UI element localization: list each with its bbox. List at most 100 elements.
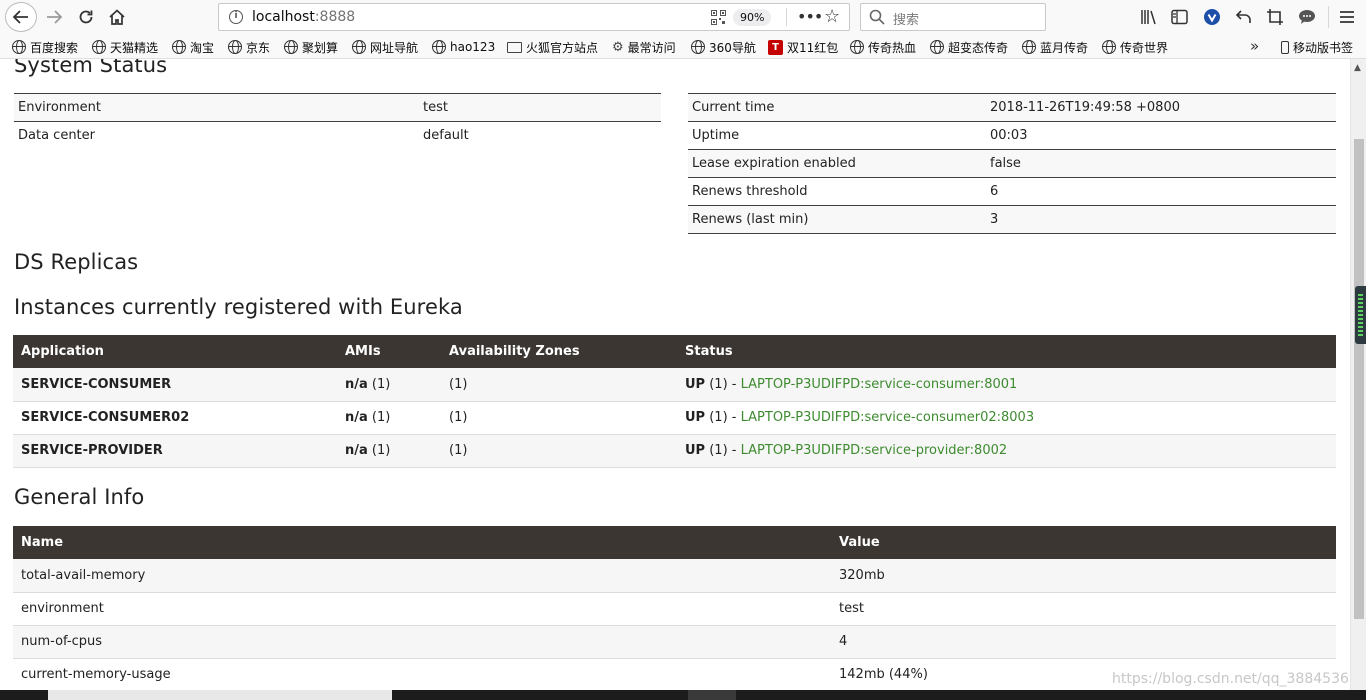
page-scrollbar[interactable]: ▲: [1350, 59, 1366, 690]
instance-link[interactable]: LAPTOP-P3UDIFPD:service-consumer:8001: [741, 377, 1018, 392]
bookmark-item[interactable]: T 双11红包: [768, 38, 838, 56]
bookmark-label: 网址导航: [370, 40, 419, 55]
crop-icon[interactable]: [1265, 7, 1285, 27]
table-row: num-of-cpus 4: [13, 625, 1336, 659]
side-widget[interactable]: [1355, 286, 1366, 344]
bookmark-item[interactable]: 传奇热血: [850, 38, 916, 56]
globe-icon: [92, 40, 106, 54]
url-host: localhost: [252, 9, 315, 25]
site-info-icon[interactable]: i: [229, 10, 243, 24]
mobile-bookmarks[interactable]: 移动版书签: [1281, 38, 1353, 56]
bookmark-label: hao123: [450, 40, 496, 54]
globe-icon: [12, 40, 26, 54]
search-placeholder[interactable]: 搜索: [893, 9, 919, 28]
zones-cell: (1): [441, 368, 677, 402]
column-header: Status: [677, 335, 1336, 368]
bookmark-item[interactable]: 天猫精选: [92, 38, 158, 56]
general-info-table: Name Value total-avail-memory 320mb envi…: [13, 526, 1336, 690]
home-button[interactable]: [103, 4, 131, 30]
column-header: Name: [13, 526, 831, 559]
chat-icon[interactable]: [1297, 7, 1317, 27]
bookmark-item[interactable]: 蓝月传奇: [1022, 38, 1088, 56]
status-value: 2018-11-26T19:49:58 +0800: [986, 93, 1336, 122]
info-value: 320mb: [831, 559, 1336, 593]
page-actions-icon[interactable]: •••: [797, 7, 823, 26]
page-content: System Status Environment test Data cent…: [0, 59, 1350, 690]
status-count: (1) -: [705, 443, 741, 458]
forward-arrow-icon: [47, 10, 63, 24]
application-name: SERVICE-PROVIDER: [13, 434, 337, 468]
status-key: Lease expiration enabled: [688, 149, 986, 178]
zones-cell: (1): [441, 434, 677, 468]
bookmark-label: 京东: [246, 40, 271, 55]
status-key: Environment: [14, 93, 419, 122]
bookmark-item[interactable]: hao123: [432, 38, 495, 56]
system-status-heading: System Status: [14, 59, 168, 77]
amis-value: n/a: [345, 443, 368, 458]
bookmark-item[interactable]: 传奇世界: [1102, 38, 1168, 56]
bookmark-item[interactable]: 火狐官方站点: [507, 38, 598, 56]
globe-icon: [432, 40, 446, 54]
bookmark-item[interactable]: 淘宝: [172, 38, 214, 56]
globe-icon: [930, 40, 944, 54]
status-key: Renews threshold: [688, 177, 986, 206]
zoom-level-badge[interactable]: 90%: [733, 9, 772, 26]
toolbar-divider: [1328, 6, 1329, 28]
scroll-thumb[interactable]: [1354, 139, 1364, 619]
status-up: UP: [685, 410, 706, 425]
undo-icon[interactable]: [1234, 7, 1254, 27]
bookmark-item[interactable]: 网址导航: [352, 38, 418, 56]
url-divider: [786, 8, 787, 26]
menu-icon[interactable]: [1337, 7, 1357, 27]
instance-link[interactable]: LAPTOP-P3UDIFPD:service-provider:8002: [741, 443, 1008, 458]
instance-link[interactable]: LAPTOP-P3UDIFPD:service-consumer02:8003: [741, 410, 1035, 425]
status-value: false: [986, 149, 1336, 178]
mobile-bookmarks-label: 移动版书签: [1293, 40, 1354, 55]
url-bar[interactable]: i localhost:8888 90% ••• ☆: [218, 3, 850, 31]
browser-toolbar: i localhost:8888 90% ••• ☆ 搜索: [0, 0, 1366, 35]
bookmark-star-icon[interactable]: ☆: [824, 6, 840, 27]
bookmark-item[interactable]: 京东: [228, 38, 270, 56]
ds-replicas-heading: DS Replicas: [14, 250, 139, 274]
bookmark-label: 传奇热血: [868, 40, 917, 55]
chevron-double-right-icon[interactable]: »: [1250, 37, 1259, 55]
table-row: Current time 2018-11-26T19:49:58 +0800: [688, 93, 1336, 122]
taskbar-item[interactable]: [688, 690, 736, 700]
extension-icon[interactable]: [1202, 7, 1222, 27]
sidebar-icon[interactable]: [1170, 7, 1190, 27]
bookmark-item[interactable]: ⚙ 最常访问: [612, 38, 676, 56]
bookmark-label: 蓝月传奇: [1040, 40, 1089, 55]
qr-code-icon[interactable]: [711, 10, 726, 25]
general-info-heading: General Info: [14, 485, 145, 509]
back-button[interactable]: [5, 2, 37, 32]
forward-button[interactable]: [40, 4, 68, 30]
status-up: UP: [685, 376, 706, 392]
scroll-up-icon[interactable]: ▲: [1354, 63, 1361, 73]
table-row: Data center default: [14, 121, 661, 150]
bookmark-item[interactable]: 360导航: [691, 38, 756, 56]
reload-button[interactable]: [72, 4, 100, 30]
tmall-icon: T: [768, 39, 783, 55]
table-row: SERVICE-CONSUMER n/a (1) (1) UP (1) - LA…: [13, 368, 1336, 402]
status-value: default: [419, 121, 661, 150]
bookmark-item[interactable]: 聚划算: [284, 38, 338, 56]
table-row: Renews (last min) 3: [688, 205, 1336, 234]
url-text[interactable]: localhost:8888: [252, 9, 355, 25]
zones-cell: (1): [441, 401, 677, 435]
amis-cell: n/a (1): [337, 434, 441, 468]
url-port: :8888: [314, 9, 356, 25]
bookmark-label: 聚划算: [302, 40, 339, 55]
status-cell: UP (1) - LAPTOP-P3UDIFPD:service-consume…: [677, 368, 1336, 402]
status-value: 00:03: [986, 121, 1336, 150]
library-icon[interactable]: [1139, 7, 1159, 27]
search-bar[interactable]: 搜索: [860, 3, 1046, 31]
table-row: environment test: [13, 592, 1336, 626]
bookmark-item[interactable]: 百度搜索: [12, 38, 78, 56]
globe-icon: [691, 40, 705, 54]
folder-icon: [507, 41, 522, 53]
status-table-left: Environment test Data center default: [14, 93, 661, 150]
bookmark-item[interactable]: 超变态传奇: [930, 38, 1008, 56]
table-row: SERVICE-PROVIDER n/a (1) (1) UP (1) - LA…: [13, 434, 1336, 468]
search-icon: [869, 9, 885, 25]
taskbar-item[interactable]: [48, 690, 392, 700]
